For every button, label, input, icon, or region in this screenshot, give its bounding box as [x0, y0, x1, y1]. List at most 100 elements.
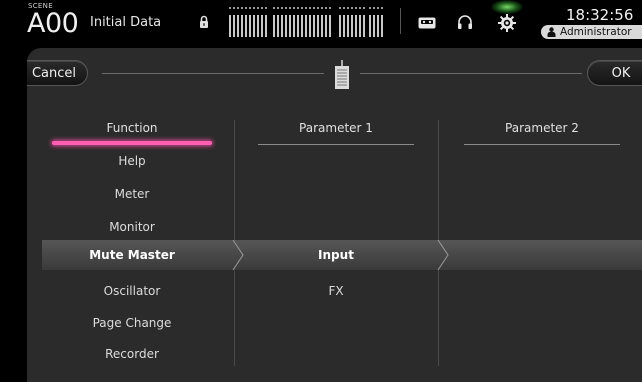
cancel-button[interactable]: Cancel [27, 60, 88, 86]
meter-bar [241, 15, 243, 37]
meter-dot [325, 7, 327, 9]
meter-dot [339, 7, 341, 9]
clock: 18:32:56 [566, 6, 634, 24]
meter-bar [313, 15, 315, 37]
meter-dot [229, 7, 231, 9]
meter-bar [281, 15, 283, 37]
parameter1-underline [258, 144, 414, 145]
meter-dot [373, 7, 375, 9]
meter-bar [289, 15, 291, 37]
meter-dot [289, 7, 291, 9]
meter-bar [339, 15, 341, 37]
meter-bar [229, 15, 231, 37]
meter-dot [233, 7, 235, 9]
meter-dot [313, 7, 315, 9]
panel-header: Cancel OK [27, 48, 642, 96]
meter-bar [377, 15, 379, 37]
meter-group [339, 5, 365, 37]
parameter1-item-fx[interactable]: FX [258, 284, 414, 298]
status-bar: SCENE A00 Initial Data 18:32:56 Administ… [0, 0, 642, 44]
meter-dot [265, 7, 267, 9]
meter-dot [359, 7, 361, 9]
meter-bar [273, 15, 275, 37]
lock-icon [200, 15, 208, 28]
meter-dot [253, 7, 255, 9]
parameter1-item-input[interactable]: Input [258, 248, 414, 262]
meter-bar [233, 15, 235, 37]
meter-dot [281, 7, 283, 9]
meter-bar [309, 15, 311, 37]
function-item-mute-master[interactable]: Mute Master [52, 248, 212, 262]
meter-dot [363, 7, 365, 9]
meter-dot [351, 7, 353, 9]
meter-bar [359, 15, 361, 37]
meter-dot [317, 7, 319, 9]
meter-bar [245, 15, 247, 37]
meter-bar [261, 15, 263, 37]
setup-button[interactable] [487, 0, 523, 36]
ok-button[interactable]: OK [587, 60, 642, 86]
function-item-oscillator[interactable]: Oscillator [52, 284, 212, 298]
meter-dot [321, 7, 323, 9]
meter-dot [309, 7, 311, 9]
scene-number[interactable]: A00 [27, 8, 79, 39]
meter-bar [363, 15, 365, 37]
parameter2-underline [464, 144, 620, 145]
meter-bar [347, 15, 349, 37]
meter-bar [293, 15, 295, 37]
meter-dot [369, 7, 371, 9]
gear-icon [498, 14, 516, 32]
active-indicator [491, 0, 523, 14]
meter-bar [301, 15, 303, 37]
meter-bar [249, 15, 251, 37]
meter-dot [285, 7, 287, 9]
header-line-left [102, 73, 324, 74]
parameter1-column-header: Parameter 1 [299, 121, 373, 135]
meter-bar [317, 15, 319, 37]
meter-bar [321, 15, 323, 37]
meter-bar [297, 15, 299, 37]
meter-dot [347, 7, 349, 9]
level-meters[interactable] [229, 5, 387, 37]
fader-icon [335, 60, 349, 89]
meter-bar [257, 15, 259, 37]
meter-bar [305, 15, 307, 37]
meter-group [229, 5, 267, 37]
headphones-icon[interactable] [457, 14, 473, 30]
function-item-page-change[interactable]: Page Change [52, 316, 212, 330]
user-defined-keys-panel: Cancel OK Function Parameter 1 Parameter… [27, 48, 642, 382]
meter-dot [273, 7, 275, 9]
meter-dot [377, 7, 379, 9]
meter-dot [249, 7, 251, 9]
meter-bar [329, 15, 331, 37]
meter-dot [305, 7, 307, 9]
meter-group [369, 5, 385, 37]
user-icon [547, 27, 556, 37]
meter-bar [265, 15, 267, 37]
chevron-right-icon [232, 240, 244, 270]
function-item-monitor[interactable]: Monitor [52, 220, 212, 234]
meter-dot [293, 7, 295, 9]
meter-bar [277, 15, 279, 37]
meter-dot [343, 7, 345, 9]
meter-dot [241, 7, 243, 9]
function-column-highlight [52, 141, 212, 145]
header-line-right [360, 73, 582, 74]
meter-bar [285, 15, 287, 37]
function-item-meter[interactable]: Meter [52, 187, 212, 201]
meter-bar [351, 15, 353, 37]
meter-dot [381, 7, 383, 9]
meter-bar [253, 15, 255, 37]
function-item-recorder[interactable]: Recorder [52, 347, 212, 361]
user-badge[interactable]: Administrator [541, 25, 642, 39]
meter-bar [237, 15, 239, 37]
scene-title[interactable]: Initial Data [90, 15, 161, 30]
meter-dot [277, 7, 279, 9]
divider [400, 8, 401, 34]
recorder-icon[interactable] [418, 17, 436, 29]
meter-group [273, 5, 333, 37]
function-item-help[interactable]: Help [52, 154, 212, 168]
meter-bar [343, 15, 345, 37]
meter-bar [325, 15, 327, 37]
meter-bar [373, 15, 375, 37]
